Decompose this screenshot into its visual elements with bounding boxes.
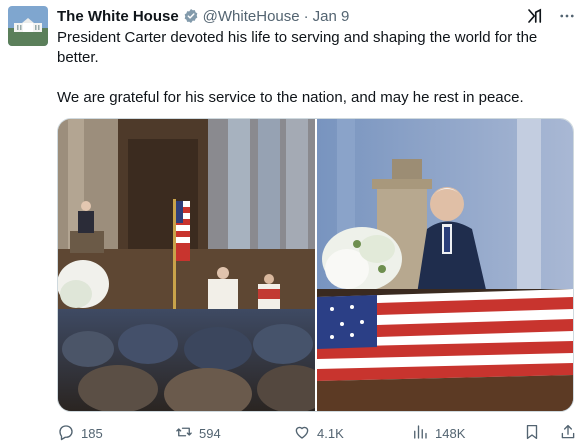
post-text-line-2: We are grateful for his service to the n…: [57, 89, 524, 106]
post-header: The White House @WhiteHouse · Jan 9: [57, 6, 576, 26]
views-count: 148K: [435, 425, 466, 441]
repost-icon: [175, 423, 193, 444]
repost-count: 594: [199, 425, 221, 441]
verified-badge-icon[interactable]: [183, 8, 199, 24]
reply-button[interactable]: 185: [57, 423, 175, 444]
share-icon[interactable]: [559, 423, 577, 444]
action-bar: 185 594 4.1K 148K: [57, 422, 577, 444]
media-grid: [57, 118, 574, 412]
white-house-logo: [8, 6, 48, 46]
bookmark-icon[interactable]: [523, 423, 541, 444]
like-icon: [293, 423, 311, 444]
views-icon: [411, 423, 429, 444]
photo-cathedral-service[interactable]: [58, 119, 315, 411]
separator-dot: ·: [303, 7, 309, 25]
reply-count: 185: [81, 425, 103, 441]
photo-casket-tribute[interactable]: [317, 119, 573, 411]
more-icon[interactable]: [558, 7, 576, 25]
author-handle[interactable]: @WhiteHouse: [203, 8, 300, 25]
grok-icon[interactable]: [526, 7, 544, 25]
reply-icon: [57, 423, 75, 444]
post-text-line-1: President Carter devoted his life to ser…: [57, 29, 538, 66]
post-text: President Carter devoted his life to ser…: [57, 28, 572, 108]
avatar[interactable]: [8, 6, 48, 46]
like-button[interactable]: 4.1K: [293, 423, 411, 444]
post-time[interactable]: Jan 9: [313, 8, 350, 25]
like-count: 4.1K: [317, 425, 344, 441]
views-button[interactable]: 148K: [411, 423, 521, 444]
repost-button[interactable]: 594: [175, 423, 293, 444]
author-name[interactable]: The White House: [57, 8, 179, 25]
